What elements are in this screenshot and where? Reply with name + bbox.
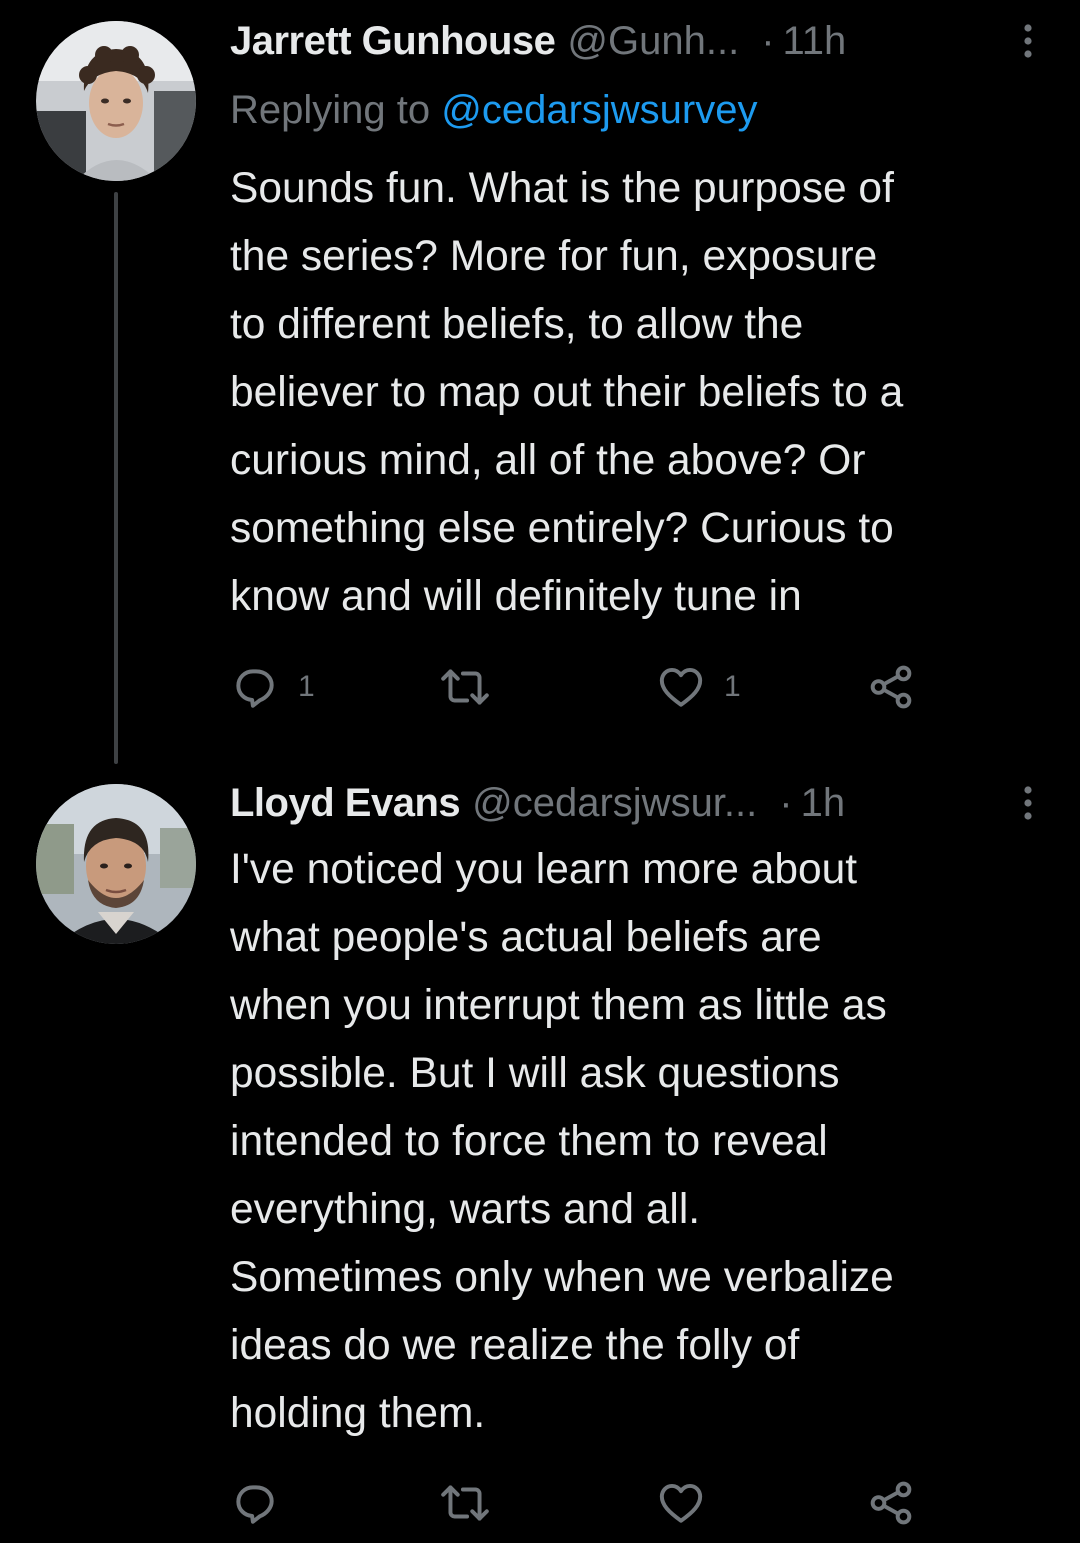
reply-mention-link[interactable]: @cedarsjwsurvey xyxy=(441,88,757,132)
reply-count: 1 xyxy=(298,670,315,703)
share-button[interactable] xyxy=(866,662,916,712)
tweet-header: Jarrett Gunhouse @Gunh... · 11h xyxy=(230,15,1040,67)
replying-to-label: Replying to xyxy=(230,88,442,132)
reply-button[interactable] xyxy=(230,1478,298,1528)
tweet-text-line: the series? More for fun, exposure xyxy=(230,233,878,280)
tweet-text-line: curious mind, all of the above? Or xyxy=(230,437,866,484)
thread-line xyxy=(114,192,118,764)
tweet-lloyd-evans[interactable]: Lloyd Evans @cedarsjwsur... · 1h I've no… xyxy=(0,760,1080,1543)
more-vertical-icon[interactable] xyxy=(1016,21,1040,61)
retweet-button[interactable] xyxy=(438,662,510,712)
action-bar xyxy=(230,1478,930,1528)
tweet-text: Sounds fun. What is the purpose of the s… xyxy=(230,155,1060,631)
heart-icon xyxy=(656,1478,706,1528)
like-count: 1 xyxy=(724,670,741,703)
share-button[interactable] xyxy=(866,1478,916,1528)
like-button[interactable]: 1 xyxy=(656,662,741,712)
share-icon xyxy=(866,662,916,712)
replying-to: Replying to @cedarsjwsurvey xyxy=(230,88,757,133)
reply-bubble-icon xyxy=(230,1478,280,1528)
tweet-text-line: Sounds fun. What is the purpose of xyxy=(230,165,894,212)
tweet-text-line: something else entirely? Curious to xyxy=(230,505,894,552)
tweet-text-line: know and will definitely tune in xyxy=(230,573,802,620)
action-bar: 1 1 xyxy=(230,662,930,712)
avatar[interactable] xyxy=(36,21,196,181)
tweet-text-line: possible. But I will ask questions xyxy=(230,1050,840,1097)
author-name[interactable]: Jarrett Gunhouse xyxy=(230,19,556,64)
timestamp[interactable]: 11h xyxy=(783,19,847,64)
tweet-text-line: ideas do we realize the folly of xyxy=(230,1322,800,1369)
tweet-text: I've noticed you learn more about what p… xyxy=(230,836,1060,1448)
tweet-jarrett-gunhouse[interactable]: Jarrett Gunhouse @Gunh... · 11h Replying… xyxy=(0,0,1080,764)
heart-icon xyxy=(656,662,706,712)
share-icon xyxy=(866,1478,916,1528)
reply-button[interactable]: 1 xyxy=(230,662,315,712)
tweet-text-line: believer to map out their beliefs to a xyxy=(230,369,904,416)
author-handle[interactable]: @Gunh... xyxy=(567,19,739,64)
tweet-text-line: Sometimes only when we verbalize xyxy=(230,1254,894,1301)
author-handle[interactable]: @cedarsjwsur... xyxy=(472,781,757,826)
tweet-text-line: I've noticed you learn more about xyxy=(230,846,858,893)
reply-bubble-icon xyxy=(230,662,280,712)
tweet-text-line: when you interrupt them as little as xyxy=(230,982,887,1029)
tweet-text-line: to different beliefs, to allow the xyxy=(230,301,804,348)
tweet-text-line: everything, warts and all. xyxy=(230,1186,701,1233)
retweet-button[interactable] xyxy=(438,1478,510,1528)
avatar[interactable] xyxy=(36,784,196,944)
separator-dot: · xyxy=(779,780,793,825)
tweet-text-line: what people's actual beliefs are xyxy=(230,914,822,961)
retweet-icon xyxy=(438,1478,492,1528)
like-button[interactable] xyxy=(656,1478,724,1528)
author-name[interactable]: Lloyd Evans xyxy=(230,781,461,826)
timestamp[interactable]: 1h xyxy=(801,781,846,826)
tweet-text-line: intended to force them to reveal xyxy=(230,1118,828,1165)
tweet-header: Lloyd Evans @cedarsjwsur... · 1h xyxy=(230,777,1040,829)
more-vertical-icon[interactable] xyxy=(1016,783,1040,823)
separator-dot: · xyxy=(761,18,775,63)
retweet-icon xyxy=(438,662,492,712)
tweet-text-line: holding them. xyxy=(230,1390,486,1437)
